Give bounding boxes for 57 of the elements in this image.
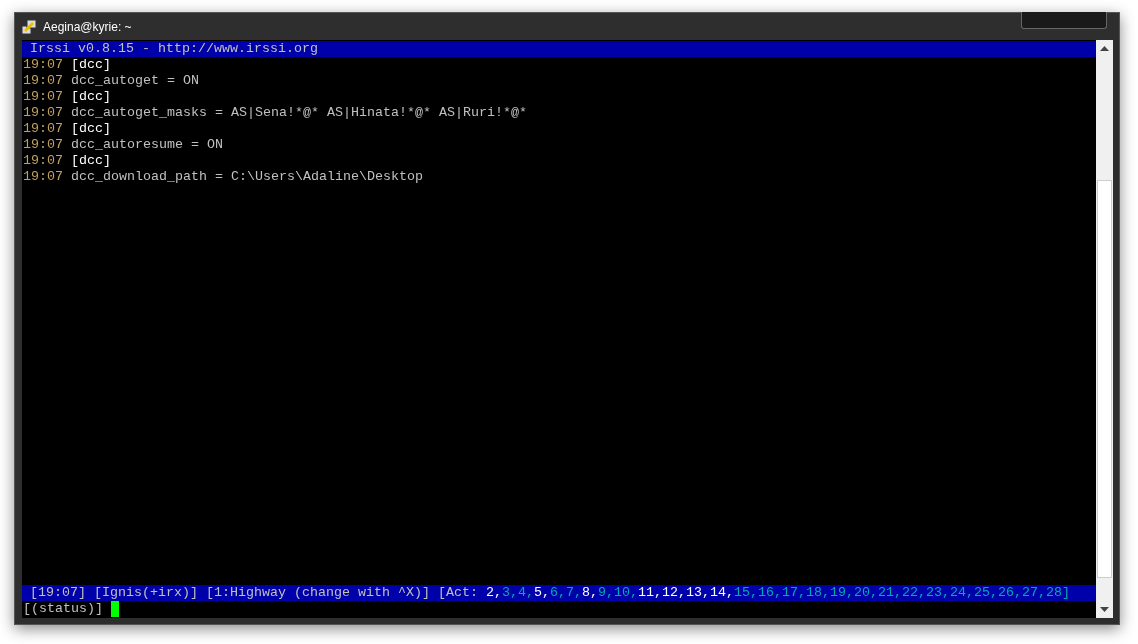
- activity-window-number: 19,: [829, 585, 854, 601]
- activity-window-number: 28]: [1045, 585, 1070, 601]
- activity-window-number: 17,: [781, 585, 806, 601]
- timestamp: 19:07: [23, 137, 63, 153]
- scrollbar-thumb[interactable]: [1097, 180, 1112, 578]
- timestamp: 19:07: [23, 121, 63, 137]
- setting-line: dcc_autoget_masks = AS|Sena!*@* AS|Hinata!*@* AS|Ruri!*@*: [71, 105, 527, 121]
- activity-window-number: 5,: [533, 585, 550, 601]
- activity-window-number: 13,: [685, 585, 710, 601]
- activity-window-number: 25,: [973, 585, 998, 601]
- prompt: [(status)]: [23, 601, 103, 617]
- setting-line: dcc_autoget = ON: [71, 73, 199, 89]
- section-header: [dcc]: [71, 89, 111, 105]
- section-header: [dcc]: [71, 57, 111, 73]
- timestamp: 19:07: [23, 105, 63, 121]
- activity-window-number: 8,: [581, 585, 598, 601]
- scroll-down-icon[interactable]: [1100, 607, 1109, 612]
- status-window: [1:Highway (change with ^X)]: [206, 585, 430, 601]
- topic-bar: Irssi v0.8.15 - http://www.irssi.org: [22, 41, 1096, 57]
- scrollbar[interactable]: [1096, 40, 1113, 618]
- activity-window-number: 10,: [613, 585, 638, 601]
- timestamp: 19:07: [23, 89, 63, 105]
- activity-window-number: 15,: [733, 585, 758, 601]
- activity-window-number: 3,: [501, 585, 518, 601]
- window-title: Aegina@kyrie: ~: [43, 18, 132, 36]
- status-nick: [Ignis(+irx)]: [94, 585, 198, 601]
- setting-line: dcc_autoresume = ON: [71, 137, 223, 153]
- activity-window-number: 18,: [805, 585, 830, 601]
- timestamp: 19:07: [23, 153, 63, 169]
- activity-label: [Act:: [437, 585, 478, 601]
- window-controls[interactable]: [1021, 12, 1107, 29]
- activity-window-number: 14,: [709, 585, 734, 601]
- activity-window-number: 23,: [925, 585, 950, 601]
- activity-window-number: 4,: [517, 585, 534, 601]
- section-header: [dcc]: [71, 153, 111, 169]
- scroll-up-icon[interactable]: [1100, 46, 1109, 51]
- activity-window-number: 7,: [565, 585, 582, 601]
- activity-window-number: 12,: [661, 585, 686, 601]
- activity-window-number: 24,: [949, 585, 974, 601]
- activity-window-number: 2,: [485, 585, 502, 601]
- activity-window-number: 20,: [853, 585, 878, 601]
- activity-window-number: 26,: [997, 585, 1022, 601]
- activity-window-number: 9,: [597, 585, 614, 601]
- timestamp: 19:07: [23, 169, 63, 185]
- terminal-app-icon: [21, 18, 37, 35]
- status-time: [19:07]: [30, 585, 86, 601]
- activity-window-number: 6,: [549, 585, 566, 601]
- activity-window-number: 16,: [757, 585, 782, 601]
- setting-line: dcc_download_path = C:\Users\Adaline\Desktop: [71, 169, 423, 185]
- cursor: [111, 601, 119, 617]
- activity-window-number: 21,: [877, 585, 902, 601]
- activity-window-number: 11,: [637, 585, 662, 601]
- timestamp: 19:07: [23, 73, 63, 89]
- activity-window-number: 27,: [1021, 585, 1046, 601]
- timestamp: 19:07: [23, 57, 63, 73]
- activity-window-number: 22,: [901, 585, 926, 601]
- section-header: [dcc]: [71, 121, 111, 137]
